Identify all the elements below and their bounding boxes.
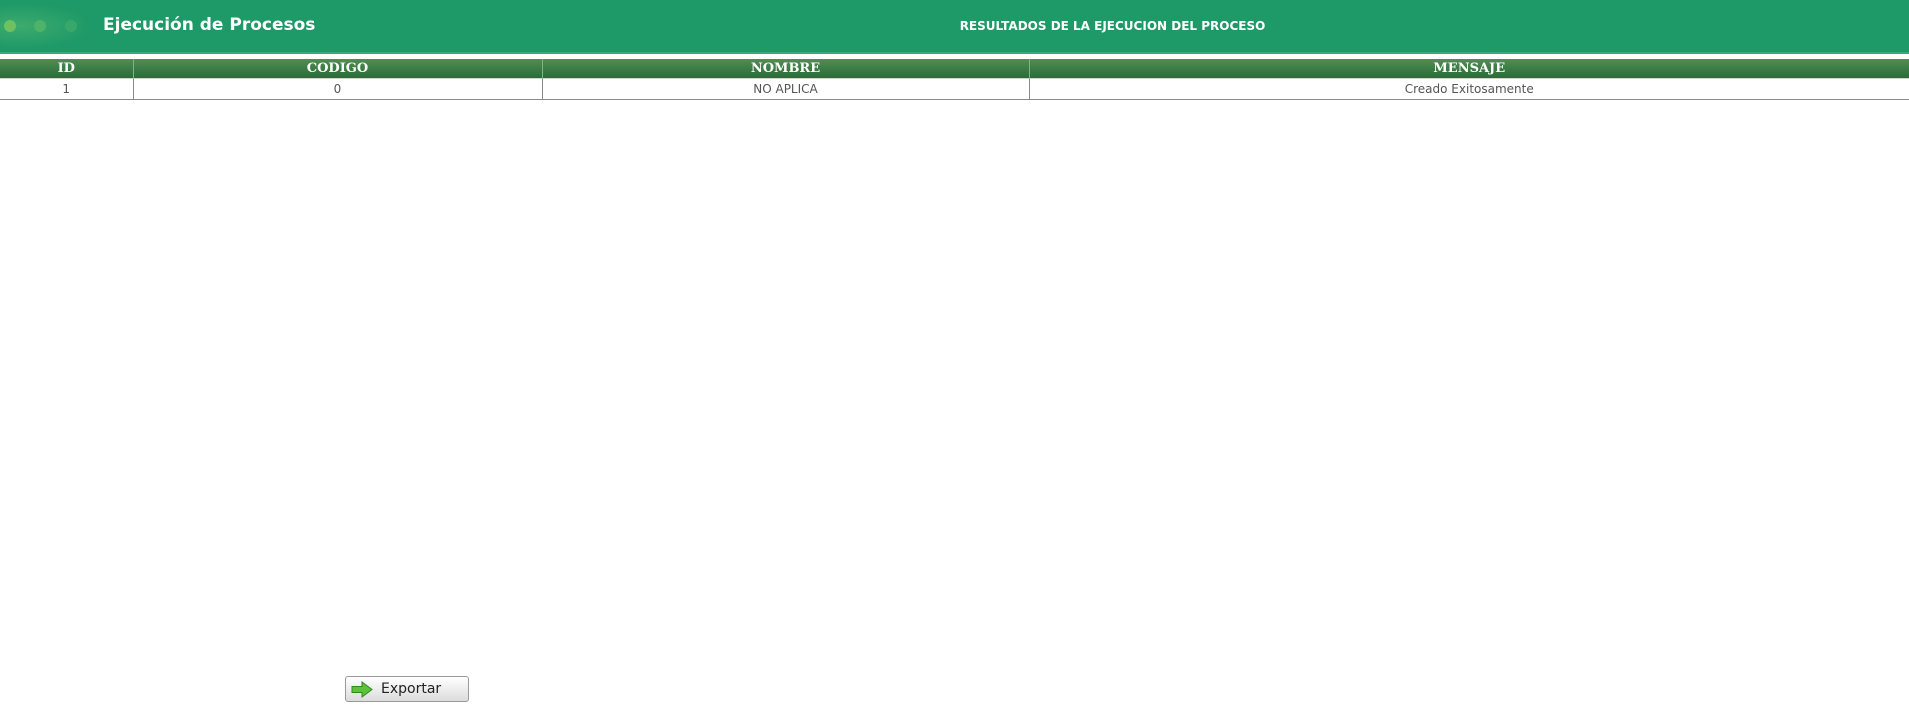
export-button-label: Exportar — [381, 681, 442, 697]
cell-id: 1 — [0, 78, 134, 100]
app-header: Ejecución de Procesos RESULTADOS DE LA E… — [0, 0, 1909, 54]
results-table: ID CODIGO NOMBRE MENSAJE 1 0 NO APLICA C… — [0, 59, 1909, 100]
table-header-row: ID CODIGO NOMBRE MENSAJE — [0, 59, 1909, 79]
export-button[interactable]: Exportar — [345, 676, 469, 702]
column-header-mensaje[interactable]: MENSAJE — [1029, 59, 1909, 79]
page-title: RESULTADOS DE LA EJECUCION DEL PROCESO — [959, 19, 1266, 33]
cell-mensaje: Creado Exitosamente — [1029, 78, 1909, 100]
column-header-id[interactable]: ID — [0, 59, 134, 79]
table-row[interactable]: 1 0 NO APLICA Creado Exitosamente — [0, 78, 1909, 100]
column-header-codigo[interactable]: CODIGO — [133, 59, 543, 79]
column-header-nombre[interactable]: NOMBRE — [542, 59, 1030, 79]
cell-codigo: 0 — [133, 78, 543, 100]
cell-nombre: NO APLICA — [542, 78, 1030, 100]
green-arrow-right-icon — [351, 681, 373, 698]
